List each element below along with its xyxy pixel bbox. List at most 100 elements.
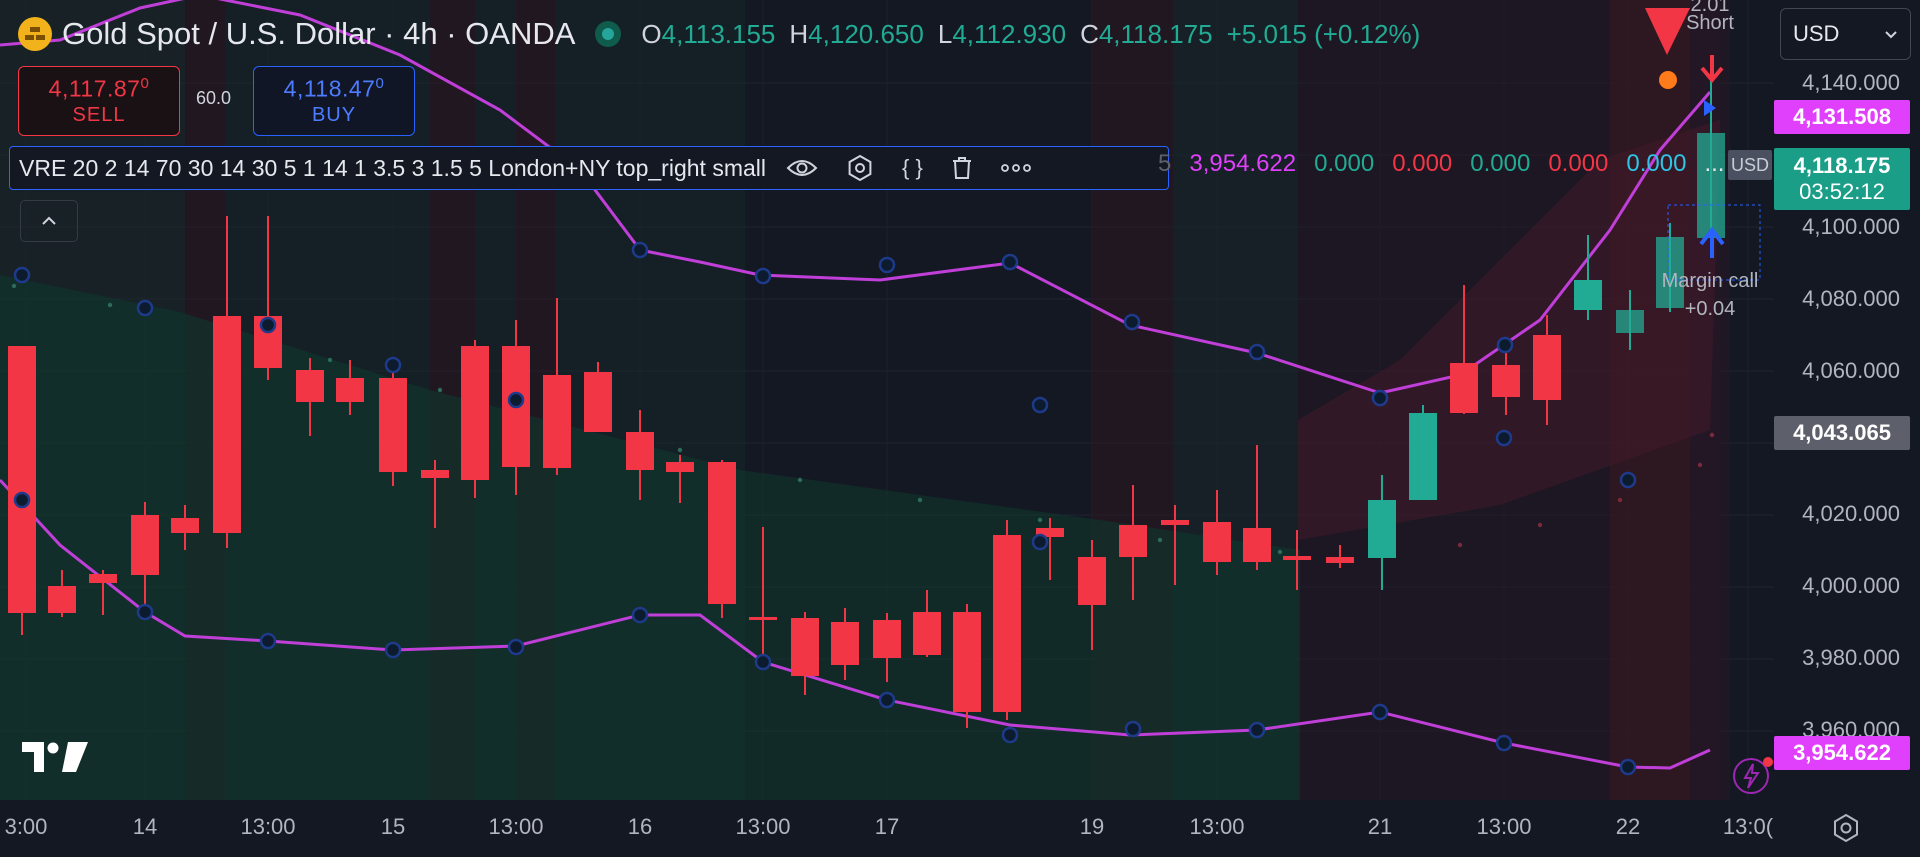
time-tick: 13:00	[240, 814, 296, 839]
price-tick: 3,980.000	[1802, 645, 1900, 670]
price-tick: 4,020.000	[1802, 501, 1900, 526]
settings-icon[interactable]	[846, 154, 874, 182]
candle-body	[8, 346, 36, 613]
source-code-icon[interactable]: { }	[902, 155, 923, 181]
sell-label: SELL	[72, 104, 126, 127]
margin-call-label: Margin call	[1661, 270, 1759, 292]
price-tick: 4,100.000	[1802, 214, 1900, 239]
more-icon[interactable]	[1000, 164, 1031, 172]
band-marker	[13, 266, 31, 284]
chevron-down-icon	[1885, 31, 1897, 39]
price-tick: 4,080.000	[1802, 286, 1900, 311]
candle-body	[1243, 528, 1271, 562]
indicator-value: 0.000	[1314, 150, 1375, 177]
mid-band-tag: 4,043.065	[1774, 416, 1910, 450]
candle-body	[131, 515, 159, 575]
change-value: +5.015 (+0.12%)	[1226, 18, 1421, 49]
band-marker	[1123, 313, 1141, 331]
time-tick: 13:00	[1476, 814, 1532, 839]
sell-button[interactable]: 4,117.870 SELL	[18, 66, 180, 136]
margin-call-value: +0.04	[1684, 298, 1736, 320]
buy-button[interactable]: 4,118.470 BUY	[253, 66, 415, 136]
candle-body	[89, 574, 117, 583]
band-marker	[631, 606, 649, 624]
trail-dot	[1617, 497, 1623, 503]
time-tick: 14	[132, 814, 158, 839]
buy-price: 4,118.47	[283, 75, 376, 102]
candle-body	[1368, 500, 1396, 558]
band-marker	[1001, 726, 1019, 744]
band-marker	[1619, 471, 1637, 489]
open-key: O	[641, 18, 662, 49]
candle-body	[1697, 133, 1725, 238]
tradingview-logo-icon[interactable]	[22, 742, 88, 772]
candle-body	[584, 372, 612, 432]
candle-body	[1283, 556, 1311, 560]
trail-dot	[1277, 549, 1283, 555]
spread-value: 60.0	[196, 88, 232, 108]
eye-icon[interactable]	[786, 157, 818, 179]
trail-dot	[1157, 537, 1163, 543]
candle-body	[1203, 522, 1231, 562]
band-marker	[1371, 389, 1389, 407]
indicator-overflow: ...	[1704, 150, 1725, 177]
band-marker	[1496, 336, 1514, 354]
trail-dot	[1457, 542, 1463, 548]
close-key: C	[1080, 18, 1099, 49]
sell-price-pip: 0	[140, 74, 150, 92]
indicator-value-clipped: 5	[1158, 150, 1172, 177]
time-tick: 17	[874, 814, 900, 839]
band-marker	[259, 632, 277, 650]
candle-body	[48, 586, 76, 613]
candle-body	[171, 518, 199, 533]
trail-dot	[1709, 432, 1715, 438]
band-marker	[13, 491, 31, 509]
candle-body	[1078, 557, 1106, 605]
price-tick: 4,000.000	[1802, 573, 1900, 598]
indicator-value: 3,954.622	[1189, 150, 1297, 177]
candle-body	[873, 620, 901, 658]
lightning-icon[interactable]	[1731, 754, 1775, 798]
band-marker	[878, 256, 896, 274]
band-marker	[1031, 533, 1049, 551]
candle-body	[953, 612, 981, 712]
gold-logo-icon	[18, 17, 52, 51]
time-tick: 13:00	[735, 814, 791, 839]
delete-icon[interactable]	[951, 156, 973, 180]
band-marker	[507, 638, 525, 656]
band-marker	[1619, 758, 1637, 776]
collapse-legend-button[interactable]	[20, 200, 78, 242]
trail-dot	[437, 387, 443, 393]
indicator-legend[interactable]: VRE 20 2 14 70 30 14 30 5 1 14 1 3.5 3 1…	[9, 146, 1169, 190]
low-key: L	[937, 18, 953, 49]
time-tick: 22	[1615, 814, 1641, 839]
candle-body	[1533, 335, 1561, 400]
band-marker	[136, 603, 154, 621]
candle-body	[461, 346, 489, 480]
band-marker	[1001, 253, 1019, 271]
trail-dot	[1697, 462, 1703, 468]
candle-body	[1119, 525, 1147, 557]
indicator-params[interactable]: VRE 20 2 14 70 30 14 30 5 1 14 1 3.5 3 1…	[19, 155, 766, 182]
candle-body	[666, 462, 694, 472]
candle-body	[543, 375, 571, 468]
last-price-value: 4,118.175	[1793, 153, 1891, 178]
low-value: 4,112.930	[952, 18, 1067, 49]
time-tick: 21	[1367, 814, 1393, 839]
close-value: 4,118.175	[1098, 18, 1213, 49]
candle-body	[831, 622, 859, 665]
time-tick: 13:0(	[1722, 814, 1774, 839]
gear-icon[interactable]	[1830, 812, 1862, 844]
last-price-tag: 4,118.175 03:52:12	[1774, 148, 1910, 210]
currency-select[interactable]: USD	[1780, 8, 1911, 60]
trail-dot	[327, 357, 333, 363]
symbol-title[interactable]: Gold Spot / U.S. Dollar · 4h · OANDA	[62, 16, 575, 52]
trail-dot	[677, 447, 683, 453]
indicator-value: 0.000	[1392, 150, 1453, 177]
trail-dot	[797, 477, 803, 483]
band-marker	[507, 391, 525, 409]
candle-body	[1450, 363, 1478, 413]
chart-app: Gold Spot / U.S. Dollar · 4h · OANDA O 4,…	[0, 0, 1920, 857]
candle-body	[913, 612, 941, 655]
upper-band-tag: 4,131.508	[1774, 100, 1910, 134]
